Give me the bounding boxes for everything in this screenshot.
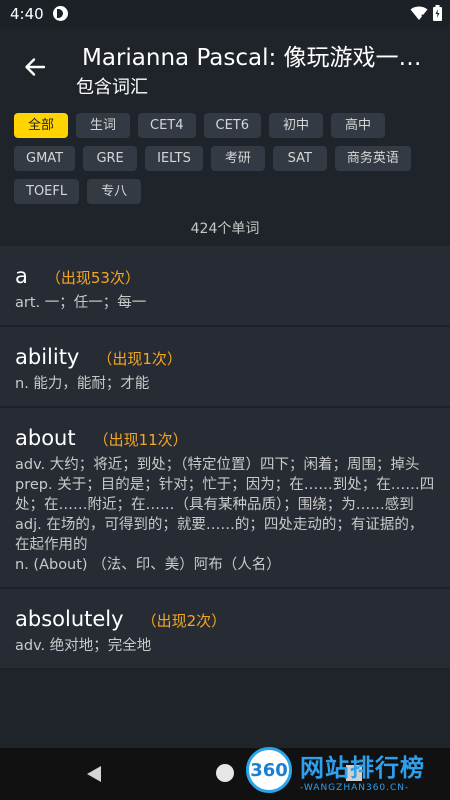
page-title: Marianna Pascal: 像玩游戏一样学英语 — [82, 45, 437, 71]
list-item[interactable]: about （出现11次） adv. 大约；将近；到处；（特定位置）四下；闲着；… — [0, 408, 450, 589]
filter-chip-all[interactable]: 全部 — [14, 113, 68, 138]
back-button[interactable] — [18, 50, 52, 84]
header: Marianna Pascal: 像玩游戏一样学英语 包含词汇 — [0, 28, 450, 110]
status-time: 4:40 — [10, 5, 44, 23]
filter-chip-senior-high[interactable]: 高中 — [331, 113, 386, 138]
watermark-url: -WANGZHAN360.CN- — [300, 782, 410, 793]
filter-chip-toefl[interactable]: TOEFL — [14, 179, 80, 204]
word-text: a — [15, 264, 28, 288]
filter-chip-ielts[interactable]: IELTS — [145, 146, 203, 171]
word-frequency: （出现11次） — [93, 431, 188, 449]
filter-chip-gmat[interactable]: GMAT — [14, 146, 76, 171]
word-definition: n. 能力，能耐；才能 — [15, 376, 150, 392]
word-definition: art. 一；任一；每一 — [15, 295, 147, 311]
arrow-left-icon — [25, 58, 46, 76]
word-count: 424个单词 — [190, 221, 260, 237]
filter-chip-gre[interactable]: GRE — [83, 146, 138, 171]
battery-icon — [433, 5, 442, 21]
list-item[interactable]: ability （出现1次） n. 能力，能耐；才能 — [0, 327, 450, 408]
watermark: 360 网站排行榜 -WANGZHAN360.CN- — [246, 740, 450, 800]
nav-home-icon[interactable] — [216, 764, 234, 782]
word-text: ability — [15, 345, 80, 369]
wifi-icon — [410, 6, 428, 20]
filter-chips: 全部 生词 CET4 CET6 初中 高中 GMAT GRE IELTS 考研 … — [14, 113, 439, 204]
word-frequency: （出现53次） — [45, 269, 140, 287]
page-subtitle: 包含词汇 — [76, 77, 148, 98]
filter-chip-new-words[interactable]: 生词 — [76, 113, 130, 138]
filter-chip-cet4[interactable]: CET4 — [138, 113, 196, 138]
word-definition: adv. 绝对地；完全地 — [15, 638, 152, 654]
status-bar: 4:40 — [0, 0, 450, 28]
filter-chip-sat[interactable]: SAT — [272, 146, 327, 171]
word-list: a （出现53次） art. 一；任一；每一 ability （出现1次） n.… — [0, 246, 450, 670]
filter-chip-junior-high[interactable]: 初中 — [269, 113, 324, 138]
list-item[interactable]: a （出现53次） art. 一；任一；每一 — [0, 246, 450, 327]
app-notification-icon — [53, 6, 68, 21]
word-text: absolutely — [15, 607, 124, 631]
watermark-logo: 360 — [246, 747, 292, 793]
list-item[interactable]: absolutely （出现2次） adv. 绝对地；完全地 — [0, 589, 450, 670]
filter-chip-kaoyan[interactable]: 考研 — [210, 146, 265, 171]
word-frequency: （出现2次） — [141, 612, 227, 630]
filter-chip-tem8[interactable]: 专八 — [87, 179, 142, 204]
nav-back-icon[interactable] — [86, 765, 102, 783]
filter-chip-business-english[interactable]: 商务英语 — [334, 146, 411, 171]
word-definition: adv. 大约；将近；到处；（特定位置）四下；闲着；周围；掉头 prep. 关于… — [15, 457, 435, 573]
word-frequency: （出现1次） — [97, 350, 182, 368]
word-text: about — [15, 426, 76, 450]
watermark-title: 网站排行榜 — [300, 753, 425, 782]
filter-chip-cet6[interactable]: CET6 — [203, 113, 262, 138]
